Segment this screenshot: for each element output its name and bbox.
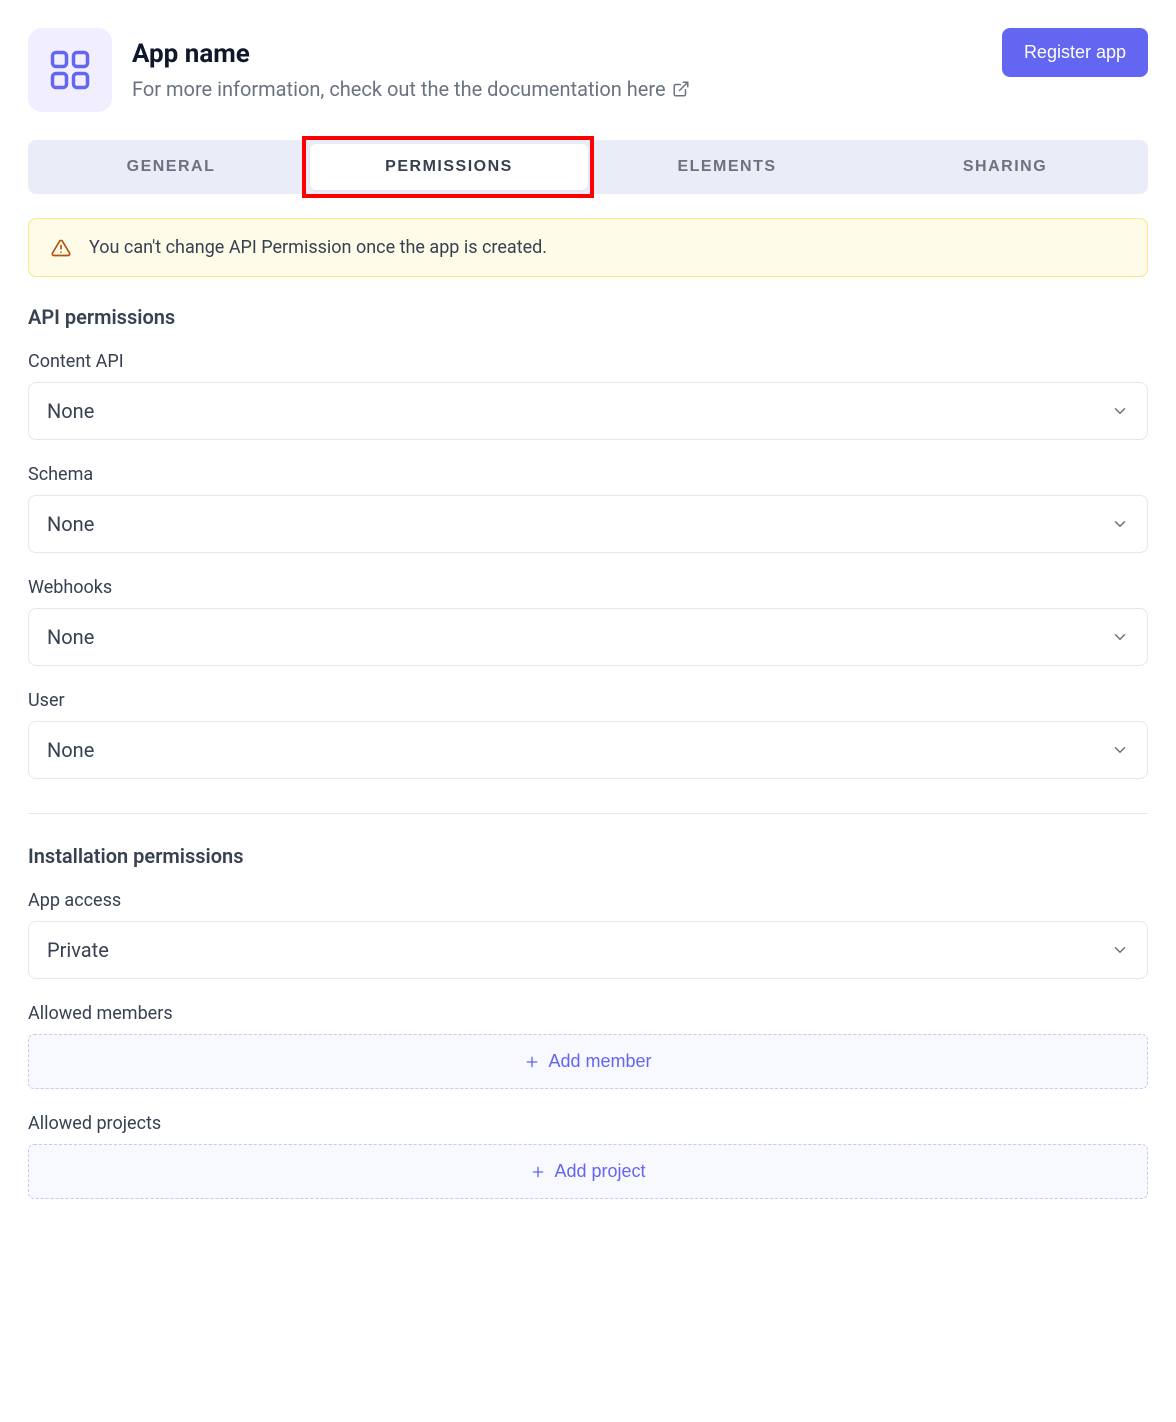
tab-sharing[interactable]: Sharing bbox=[866, 144, 1144, 190]
app-access-label: App access bbox=[28, 890, 1148, 911]
app-subtitle: For more information, check out the the … bbox=[132, 77, 690, 101]
tab-permissions[interactable]: Permissions bbox=[310, 144, 588, 190]
api-permissions-title: API permissions bbox=[28, 305, 1148, 329]
tab-bar: General Permissions Elements Sharing bbox=[28, 140, 1148, 194]
chevron-down-icon bbox=[1111, 628, 1129, 646]
user-label: User bbox=[28, 690, 1148, 711]
tab-elements[interactable]: Elements bbox=[588, 144, 866, 190]
add-project-label: Add project bbox=[554, 1161, 645, 1182]
header-left: App name For more information, check out… bbox=[28, 28, 690, 112]
chevron-down-icon bbox=[1111, 741, 1129, 759]
schema-value: None bbox=[47, 512, 94, 536]
chevron-down-icon bbox=[1111, 941, 1129, 959]
plus-icon bbox=[524, 1054, 540, 1070]
section-divider bbox=[28, 813, 1148, 814]
field-user: User None bbox=[28, 690, 1148, 779]
header-text-block: App name For more information, check out… bbox=[132, 39, 690, 101]
webhooks-select[interactable]: None bbox=[28, 608, 1148, 666]
app-access-value: Private bbox=[47, 938, 109, 962]
user-select[interactable]: None bbox=[28, 721, 1148, 779]
field-allowed-members: Allowed members Add member bbox=[28, 1003, 1148, 1089]
page-header: App name For more information, check out… bbox=[28, 28, 1148, 112]
documentation-link-label: here bbox=[627, 77, 666, 101]
app-title: App name bbox=[132, 39, 690, 69]
documentation-link[interactable]: here bbox=[627, 77, 690, 101]
schema-select[interactable]: None bbox=[28, 495, 1148, 553]
plus-icon bbox=[530, 1164, 546, 1180]
user-value: None bbox=[47, 738, 94, 762]
allowed-members-label: Allowed members bbox=[28, 1003, 1148, 1024]
warning-icon bbox=[51, 238, 71, 258]
register-app-button[interactable]: Register app bbox=[1002, 28, 1148, 77]
installation-permissions-title: Installation permissions bbox=[28, 844, 1148, 868]
chevron-down-icon bbox=[1111, 402, 1129, 420]
warning-banner: You can't change API Permission once the… bbox=[28, 218, 1148, 277]
add-member-label: Add member bbox=[548, 1051, 651, 1072]
chevron-down-icon bbox=[1111, 515, 1129, 533]
field-content-api: Content API None bbox=[28, 351, 1148, 440]
field-schema: Schema None bbox=[28, 464, 1148, 553]
field-app-access: App access Private bbox=[28, 890, 1148, 979]
content-api-label: Content API bbox=[28, 351, 1148, 372]
grid-icon bbox=[49, 49, 91, 91]
add-member-button[interactable]: Add member bbox=[28, 1034, 1148, 1089]
field-webhooks: Webhooks None bbox=[28, 577, 1148, 666]
app-access-select[interactable]: Private bbox=[28, 921, 1148, 979]
external-link-icon bbox=[672, 80, 690, 98]
field-allowed-projects: Allowed projects Add project bbox=[28, 1113, 1148, 1199]
content-api-value: None bbox=[47, 399, 94, 423]
add-project-button[interactable]: Add project bbox=[28, 1144, 1148, 1199]
content-api-select[interactable]: None bbox=[28, 382, 1148, 440]
subtitle-prefix: For more information, check out the the … bbox=[132, 77, 627, 101]
warning-text: You can't change API Permission once the… bbox=[89, 237, 547, 258]
tab-general[interactable]: General bbox=[32, 144, 310, 190]
app-icon bbox=[28, 28, 112, 112]
webhooks-value: None bbox=[47, 625, 94, 649]
schema-label: Schema bbox=[28, 464, 1148, 485]
allowed-projects-label: Allowed projects bbox=[28, 1113, 1148, 1134]
webhooks-label: Webhooks bbox=[28, 577, 1148, 598]
